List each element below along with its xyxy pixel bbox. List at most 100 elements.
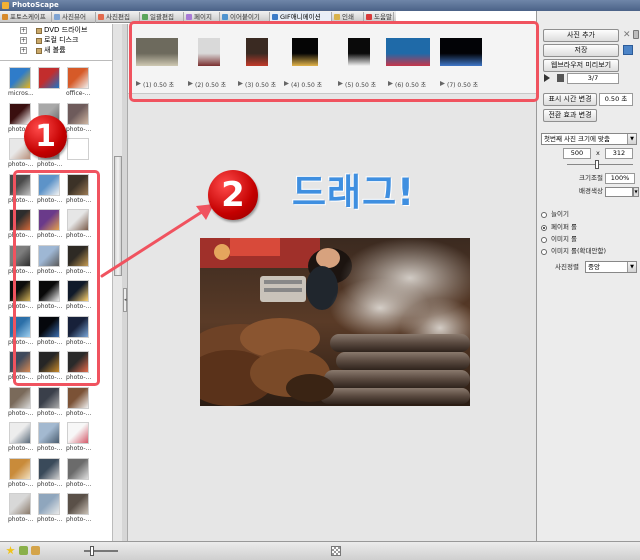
chevron-down-icon: ▼ — [627, 134, 636, 144]
tab-label: 사진편집 — [106, 13, 130, 21]
preview-photo — [185, 238, 480, 406]
thumbnail-image[interactable] — [9, 422, 31, 444]
times-label: x — [596, 149, 600, 157]
radio-stretch[interactable] — [541, 212, 547, 218]
title-bar: PhotoScape — [0, 0, 640, 11]
radio-image-roll-label: 이미지 롤 — [551, 235, 577, 243]
scale-slider-track[interactable] — [567, 164, 633, 165]
thumbnail-label: photo-... — [37, 409, 63, 417]
tree-item-dvd[interactable]: DVD 드라이브 — [44, 26, 87, 35]
thumbnail-label: photo-... — [66, 516, 92, 523]
thumbnail-image[interactable] — [67, 493, 89, 515]
thumbnail-label: photo-... — [37, 516, 63, 523]
size-mode-select[interactable]: 첫번째 사진 크기에 맞춤 ▼ — [541, 133, 637, 145]
thumbnail-scrollbar[interactable] — [112, 60, 122, 541]
save-button[interactable]: 저장 — [543, 44, 619, 57]
folder-tree[interactable]: + DVD 드라이브 + 로컬 디스크 + 새 볼륨 — [0, 24, 112, 60]
scale-input[interactable]: 100% — [605, 173, 635, 184]
tab-label: 일괄편집 — [150, 13, 174, 21]
change-display-time-button[interactable]: 표시 시간 변경 — [543, 93, 597, 106]
folder-icon[interactable] — [31, 546, 40, 555]
rotate-icon[interactable] — [19, 546, 28, 555]
status-bar — [0, 541, 640, 560]
frame-counter: 3/7 — [567, 73, 619, 84]
thumbnail-image[interactable] — [9, 493, 31, 515]
tree-item-local-disk[interactable]: 로컬 디스크 — [44, 36, 78, 45]
thumbnail-image[interactable] — [67, 102, 89, 125]
thumbnail-image[interactable] — [38, 386, 60, 409]
tree-scrollbar[interactable] — [112, 24, 122, 60]
height-input[interactable]: 312 — [605, 148, 633, 159]
star-icon[interactable] — [6, 546, 15, 555]
align-select[interactable]: 중앙 ▼ — [585, 261, 637, 273]
thumbnail-image[interactable] — [67, 386, 89, 409]
radio-image-roll[interactable] — [541, 237, 547, 243]
tree-item-new-volume[interactable]: 새 볼륨 — [44, 46, 66, 55]
thumbnail-image[interactable] — [9, 67, 31, 89]
radio-image-roll-noscale[interactable] — [541, 249, 547, 255]
play-icon[interactable] — [544, 74, 550, 82]
thumbnail-label: micros... — [8, 90, 34, 97]
tab-icon — [186, 14, 192, 20]
app-icon — [2, 2, 9, 9]
thumbnail-label: photo-... — [37, 445, 63, 452]
frame-strip-highlight — [129, 21, 539, 102]
add-photo-button[interactable]: 사진 추가 — [543, 29, 619, 42]
collapse-arrow-icon[interactable]: ◂ — [123, 288, 127, 312]
tab-label: 포토스케이프 — [10, 13, 46, 21]
scrollbar-thumb[interactable] — [114, 156, 122, 276]
thumbnail-image[interactable] — [67, 422, 89, 444]
delete-icon[interactable]: ✕ — [623, 31, 631, 40]
thumbnail-image[interactable] — [67, 138, 89, 160]
thumbnail-image[interactable] — [9, 386, 31, 409]
radio-image-roll-noscale-label: 이미지 롤(확대안함) — [551, 247, 606, 255]
thumbnail-image[interactable] — [38, 493, 60, 515]
expand-icon[interactable]: + — [20, 47, 27, 54]
thumbnail-label: office-... — [66, 90, 91, 97]
color-dropdown-icon[interactable]: ▼ — [633, 187, 639, 197]
change-transition-button[interactable]: 전환 효과 변경 — [543, 109, 597, 122]
thumbnail-label: photo-... — [37, 161, 63, 168]
drive-icon — [36, 28, 42, 34]
checkerboard-icon[interactable] — [331, 546, 341, 556]
tab-icon — [54, 14, 60, 20]
width-input[interactable]: 500 — [563, 148, 591, 159]
thumbnail-image[interactable] — [38, 457, 60, 480]
expand-icon[interactable]: + — [20, 37, 27, 44]
drive-icon — [36, 38, 42, 44]
scale-slider-handle[interactable] — [595, 160, 599, 169]
thumbnail-label: photo-... — [8, 516, 34, 523]
preview-photo-image — [185, 238, 480, 406]
radio-paper-roll[interactable] — [541, 225, 547, 231]
background-color-swatch[interactable] — [605, 187, 633, 197]
chevron-down-icon: ▼ — [627, 262, 636, 272]
thumbnail-label: photo-... — [8, 161, 34, 168]
expand-icon[interactable]: + — [20, 27, 27, 34]
tab-label: 이어붙이기 — [230, 13, 260, 21]
stop-icon[interactable] — [557, 74, 564, 82]
background-color-label: 배경색상 — [579, 187, 603, 195]
drag-instruction-text: 드래그! — [292, 171, 415, 214]
thumbnail-image[interactable] — [9, 457, 31, 480]
trash-icon[interactable] — [633, 30, 639, 39]
list-icon[interactable] — [623, 45, 633, 55]
align-value: 중앙 — [588, 263, 600, 271]
thumbnail-image[interactable] — [67, 457, 89, 480]
tab-2[interactable]: 사진뷰어 — [52, 12, 96, 23]
thumbnail-size-handle[interactable] — [90, 546, 94, 556]
radio-paper-roll-label: 페이퍼 롤 — [551, 223, 577, 231]
thumbnail-image[interactable] — [38, 67, 60, 89]
thumbnail-image[interactable] — [38, 422, 60, 444]
browser-preview-button[interactable]: 웹브라우저 미리보기 — [543, 59, 619, 72]
tab-icon — [272, 14, 278, 20]
tab-1[interactable]: 포토스케이프 — [0, 12, 52, 23]
drive-icon — [36, 48, 42, 54]
thumbnail-image[interactable] — [67, 67, 89, 89]
radio-stretch-label: 늘이기 — [551, 210, 569, 218]
thumbnail-label: photo-... — [66, 409, 92, 417]
tab-label: 인쇄 — [342, 13, 354, 21]
tab-icon — [366, 14, 372, 20]
thumbnail-image[interactable] — [9, 102, 31, 125]
thumbnail-size-slider[interactable] — [84, 546, 118, 556]
thumbnail-label: photo-... — [66, 480, 92, 488]
